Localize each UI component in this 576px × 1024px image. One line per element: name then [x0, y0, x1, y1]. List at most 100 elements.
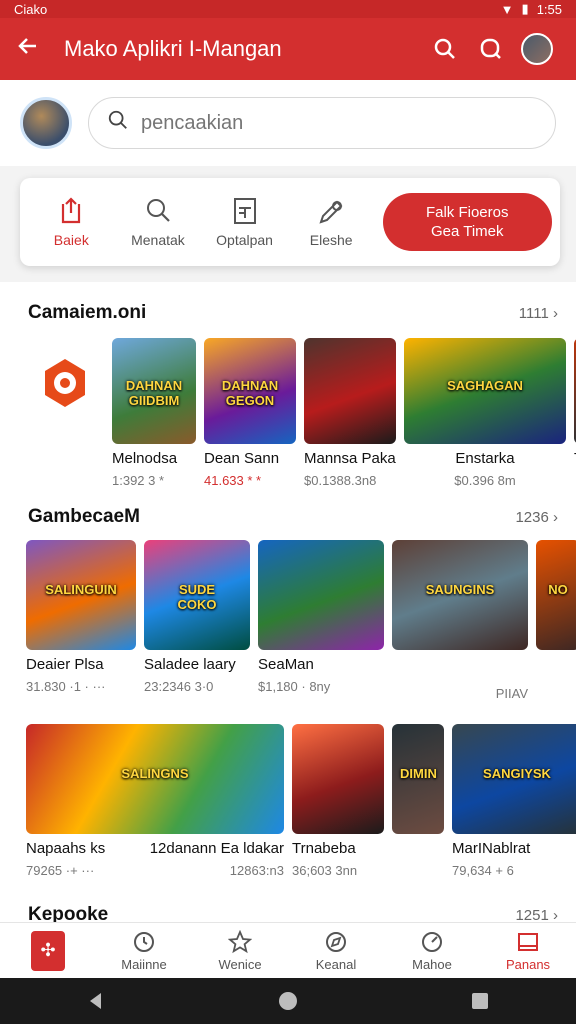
profile-avatar[interactable]	[514, 33, 560, 65]
game-card[interactable]: DIMIN	[392, 724, 444, 878]
pen-icon	[319, 200, 343, 224]
game-card[interactable]: SAUNGINS PIIAV	[392, 540, 528, 701]
section-header[interactable]: Kepooke 1251 ›	[28, 904, 558, 922]
clock-icon	[134, 931, 154, 952]
game-thumbnail: DIMIN	[392, 724, 444, 834]
nav-item-3[interactable]: Keanal	[288, 923, 384, 978]
game-card[interactable]: NO	[536, 540, 576, 701]
game-name: Deaier Plsa	[26, 656, 104, 673]
search-filter-icon[interactable]	[468, 37, 514, 61]
game-card[interactable]: Mannsa Paka $0.1388.3n8	[304, 338, 396, 488]
system-navigation	[0, 978, 576, 1024]
cta-line2: Gea Timek	[430, 223, 504, 240]
game-name: Saladee laary	[144, 656, 236, 673]
search-icon	[146, 199, 170, 222]
app-logo	[26, 338, 104, 428]
app-title: Mako Aplikri I-Mangan	[64, 36, 282, 61]
document-icon	[233, 198, 256, 224]
game-meta: 41.633 * *	[204, 473, 262, 488]
nav-item-4[interactable]: Mahoe	[384, 923, 480, 978]
game-card[interactable]: Trnabeba 36;603 3nn	[292, 724, 384, 878]
recents-square-icon[interactable]	[470, 991, 490, 1011]
game-thumbnail	[258, 540, 384, 650]
game-meta: 79265 ·+ ···	[26, 863, 95, 878]
section-title: Camaiem.oni	[28, 302, 147, 323]
app-card[interactable]	[26, 338, 104, 488]
search-icon	[107, 109, 129, 137]
game-meta: $0.396 8m	[454, 473, 516, 488]
cta-button[interactable]: Falk Fioeros Gea Timek	[382, 193, 552, 251]
action-label: Menatak	[131, 232, 185, 248]
compass-icon	[326, 931, 346, 952]
game-row: SALINGUIN Deaier Plsa 31.830 ·1 · ··· SU…	[0, 540, 576, 701]
game-meta: 79,634 + 6	[452, 863, 514, 878]
search-box[interactable]	[88, 97, 556, 149]
action-label: Baiek	[53, 232, 89, 248]
game-card[interactable]: DAHNAN GEGON Dean Sann 41.633 * *	[204, 338, 296, 488]
action-label: Eleshe	[309, 232, 353, 248]
action-card: Baiek Menatak Optalpan Eleshe Falk Fioer…	[20, 178, 560, 266]
game-thumbnail: DAHNAN GEGON	[204, 338, 296, 444]
nav-label: Keanal	[315, 956, 357, 972]
action-share[interactable]: Baiek	[28, 196, 115, 248]
nav-item-1[interactable]: Maiinne	[96, 923, 192, 978]
nav-item-2[interactable]: Wenice	[192, 923, 288, 978]
game-meta: 1:392 3 *	[112, 473, 165, 488]
search-input[interactable]	[141, 111, 537, 135]
game-name: Trnabeba	[292, 840, 356, 857]
section-header[interactable]: Camaiem.oni 1111 ›	[28, 302, 558, 324]
game-thumbnail: SUDE COKO	[144, 540, 250, 650]
game-name: Mannsa Paka	[304, 450, 396, 467]
game-thumbnail: SANGIYSK	[452, 724, 576, 834]
game-card[interactable]: SANGIYSK MarINablrat 79,634 + 6	[452, 724, 576, 878]
action-label: Optalpan	[216, 232, 273, 248]
game-thumbnail: SALINGUIN	[26, 540, 136, 650]
game-name: Dean Sann	[204, 450, 280, 467]
game-card[interactable]: SALINGNS Napaahs ks 12danann Ea ldakar 7…	[26, 724, 284, 878]
status-clock: 1:55	[536, 1, 562, 17]
battery-icon: ▮	[521, 1, 529, 16]
section-header[interactable]: GambecaeM 1236 ›	[28, 506, 558, 528]
action-edit[interactable]: Eleshe	[288, 196, 375, 248]
game-meta: $0.1388.3n8	[304, 473, 377, 488]
section-count: 1251 ›	[515, 906, 558, 923]
nav-label: Panans	[505, 956, 551, 972]
game-meta: 31.830 ·1 · ···	[26, 679, 106, 694]
game-card[interactable]: DAHNAN GIIDBIM Melnodsa 1:392 3 *	[112, 338, 196, 488]
nav-item-5[interactable]: Panans	[480, 923, 576, 978]
game-name: Melnodsa	[112, 450, 178, 467]
game-meta: PIIAV	[495, 686, 528, 701]
search-icon[interactable]	[422, 37, 468, 61]
home-circle-icon[interactable]	[278, 991, 298, 1011]
back-arrow-icon[interactable]	[16, 33, 56, 65]
action-options[interactable]: Optalpan	[201, 196, 288, 248]
game-thumbnail	[304, 338, 396, 444]
game-meta: 12863:n3	[229, 863, 284, 878]
user-avatar[interactable]	[20, 97, 72, 149]
search-row	[0, 80, 576, 166]
game-thumbnail: SAUNGINS	[392, 540, 528, 650]
app-bar: Mako Aplikri I-Mangan	[0, 18, 576, 80]
action-search[interactable]: Menatak	[115, 196, 202, 248]
target-icon	[45, 359, 85, 407]
game-meta: 23:2346 3·0	[144, 679, 214, 694]
content-area: Camaiem.oni 1111 › DAHNAN GIIDBIM Melnod…	[0, 282, 576, 922]
nav-home[interactable]: ✣	[0, 923, 96, 978]
section-title: Kepooke	[28, 904, 109, 922]
game-thumbnail: NO	[536, 540, 576, 650]
signal-icon: ▼	[500, 1, 514, 17]
back-triangle-icon[interactable]	[86, 991, 106, 1011]
section-count: 1111 ›	[518, 304, 558, 322]
gauge-icon	[422, 931, 442, 952]
game-card[interactable]: SeaMan $1,180 · 8ny	[258, 540, 384, 701]
game-card[interactable]: SAGHAGAN Enstarka $0.396 8m	[404, 338, 566, 488]
share-icon	[62, 197, 81, 224]
game-card[interactable]: SALINGUIN Deaier Plsa 31.830 ·1 · ···	[26, 540, 136, 701]
star-icon	[228, 929, 252, 953]
game-thumbnail: SAGHAGAN	[404, 338, 566, 444]
game-row: DAHNAN GIIDBIM Melnodsa 1:392 3 * DAHNAN…	[0, 338, 576, 488]
status-carrier: Ciako	[14, 1, 48, 17]
game-card[interactable]: SUDE COKO Saladee laary 23:2346 3·0	[144, 540, 250, 701]
game-name: MarINablrat	[452, 840, 531, 857]
cta-line1: Falk Fioeros	[425, 203, 509, 221]
